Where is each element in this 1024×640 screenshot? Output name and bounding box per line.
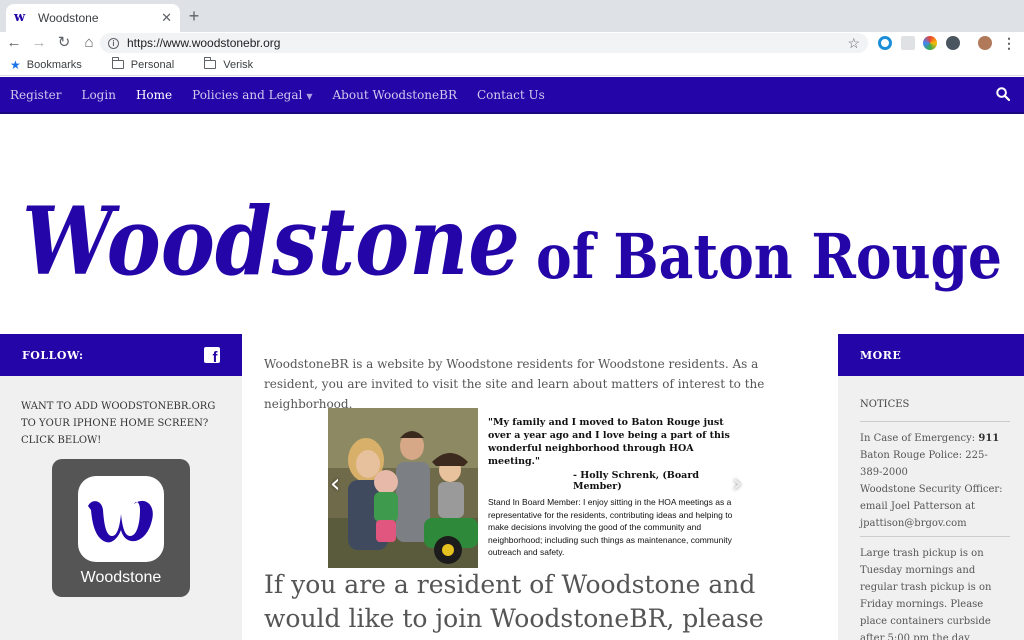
slider-next-icon[interactable]: › xyxy=(732,470,748,498)
right-sidebar: MORE Notices In Case of Emergency: 911 B… xyxy=(838,334,1024,640)
banner-logo: Woodstone of Baton Rouge xyxy=(22,187,1002,297)
profile-avatar[interactable] xyxy=(978,36,992,50)
folder-icon xyxy=(111,57,124,69)
forward-icon[interactable]: → xyxy=(28,32,50,54)
home-icon[interactable]: ⌂ xyxy=(78,32,100,54)
extension-icon-blue[interactable] xyxy=(878,36,892,50)
bookmark-bookmarks[interactable]: ★ Bookmarks xyxy=(10,58,82,72)
police-line: Baton Rouge Police: 225-389-2000 xyxy=(860,450,988,478)
cta-text: If you are a resident of Woodstone and w… xyxy=(264,570,764,640)
nav-login[interactable]: Login xyxy=(81,88,115,102)
more-heading: MORE xyxy=(838,334,1024,376)
browser-tab[interactable]: w Woodstone ✕ xyxy=(6,4,180,32)
bookmark-star-icon[interactable]: ☆ xyxy=(847,35,860,52)
reload-icon[interactable]: ↻ xyxy=(53,32,75,54)
nav-about[interactable]: About WoodstoneBR xyxy=(333,88,457,102)
nav-policies-label: Policies and Legal xyxy=(192,87,303,102)
star-icon: ★ xyxy=(10,57,21,72)
app-label: Woodstone xyxy=(80,569,162,586)
bookmark-label: Bookmarks xyxy=(26,58,82,71)
folder-icon xyxy=(204,57,217,69)
site-banner[interactable]: Woodstone of Baton Rouge xyxy=(0,114,1024,334)
security-line: Woodstone Security Officer: email Joel P… xyxy=(860,484,1003,529)
more-label: MORE xyxy=(860,348,902,362)
main-content: WoodstoneBR is a website by Woodstone re… xyxy=(242,334,838,640)
extension-icon-color[interactable] xyxy=(923,36,937,50)
url-text[interactable]: https://www.woodstonebr.org xyxy=(127,36,847,50)
family-photo xyxy=(328,408,478,568)
bookmark-personal[interactable]: Personal xyxy=(111,57,175,71)
browser-tabstrip: w Woodstone ✕ + xyxy=(0,0,1024,32)
woodstone-favicon-icon: w xyxy=(14,10,26,25)
extension-icon-dark[interactable] xyxy=(946,36,960,50)
banner-subtitle: of Baton Rouge xyxy=(536,220,1002,293)
follow-heading: FOLLOW: xyxy=(0,334,242,376)
homescreen-prompt: Want to add WoodstoneBR.org to your iPho… xyxy=(21,401,216,446)
bookmark-label: Verisk xyxy=(223,58,254,71)
notices-title: Notices xyxy=(860,399,910,410)
testimonial-attribution: - Holly Schrenk, (Board Member) xyxy=(573,470,699,492)
chevron-down-icon: ▼ xyxy=(306,91,313,101)
tab-title: Woodstone xyxy=(38,11,99,25)
emergency-label: In Case of Emergency: xyxy=(860,433,979,444)
nav-register[interactable]: Register xyxy=(10,88,61,102)
new-tab-icon[interactable]: + xyxy=(184,6,204,26)
intro-text: WoodstoneBR is a website by Woodstone re… xyxy=(264,357,765,411)
search-icon[interactable] xyxy=(996,87,1010,101)
follow-label: FOLLOW: xyxy=(22,348,84,362)
board-member-text: Stand In Board Member: I enjoy sitting i… xyxy=(488,497,733,557)
trash-notice: Large trash pickup is on Tuesday morning… xyxy=(860,548,992,640)
nav-policies[interactable]: Policies and Legal ▼ xyxy=(192,88,312,102)
emergency-number: 911 xyxy=(978,433,1000,444)
join-cta: If you are a resident of Woodstone and w… xyxy=(264,568,824,640)
emergency-line: In Case of Emergency: 911 xyxy=(860,430,1010,447)
close-tab-icon[interactable]: ✕ xyxy=(161,10,172,26)
browser-toolbar: ← → ↻ ⌂ i https://www.woodstonebr.org ☆ … xyxy=(0,32,1024,54)
browser-menu-icon[interactable]: ⋮ xyxy=(1002,34,1016,52)
divider xyxy=(860,536,1010,537)
extension-icon-grey[interactable] xyxy=(901,36,915,50)
banner-title: Woodstone xyxy=(22,187,520,297)
bookmark-label: Personal xyxy=(130,58,175,71)
address-bar[interactable]: i https://www.woodstonebr.org ☆ xyxy=(100,33,868,53)
site-nav: Register Login Home Policies and Legal ▼ … xyxy=(0,77,1024,114)
bookmark-verisk[interactable]: Verisk xyxy=(204,57,254,71)
site-info-icon[interactable]: i xyxy=(108,37,119,49)
bookmarks-bar: ★ Bookmarks Personal Verisk xyxy=(0,54,1024,76)
back-icon[interactable]: ← xyxy=(3,32,25,54)
testimonial-quote: "My family and I moved to Baton Rouge ju… xyxy=(488,417,730,467)
slider-prev-icon[interactable]: ‹ xyxy=(330,470,346,498)
notices-widget: Notices In Case of Emergency: 911 Baton … xyxy=(838,376,1024,640)
divider xyxy=(860,421,1010,422)
app-tile[interactable]: Woodstone xyxy=(52,459,190,597)
nav-contact[interactable]: Contact Us xyxy=(477,88,545,102)
nav-home[interactable]: Home xyxy=(136,88,172,102)
facebook-icon[interactable] xyxy=(204,347,220,366)
left-sidebar: FOLLOW: Want to add WoodstoneBR.org to y… xyxy=(0,334,242,640)
woodstone-app-icon xyxy=(78,476,164,562)
testimonial-slider: "My family and I moved to Baton Rouge ju… xyxy=(328,408,750,568)
